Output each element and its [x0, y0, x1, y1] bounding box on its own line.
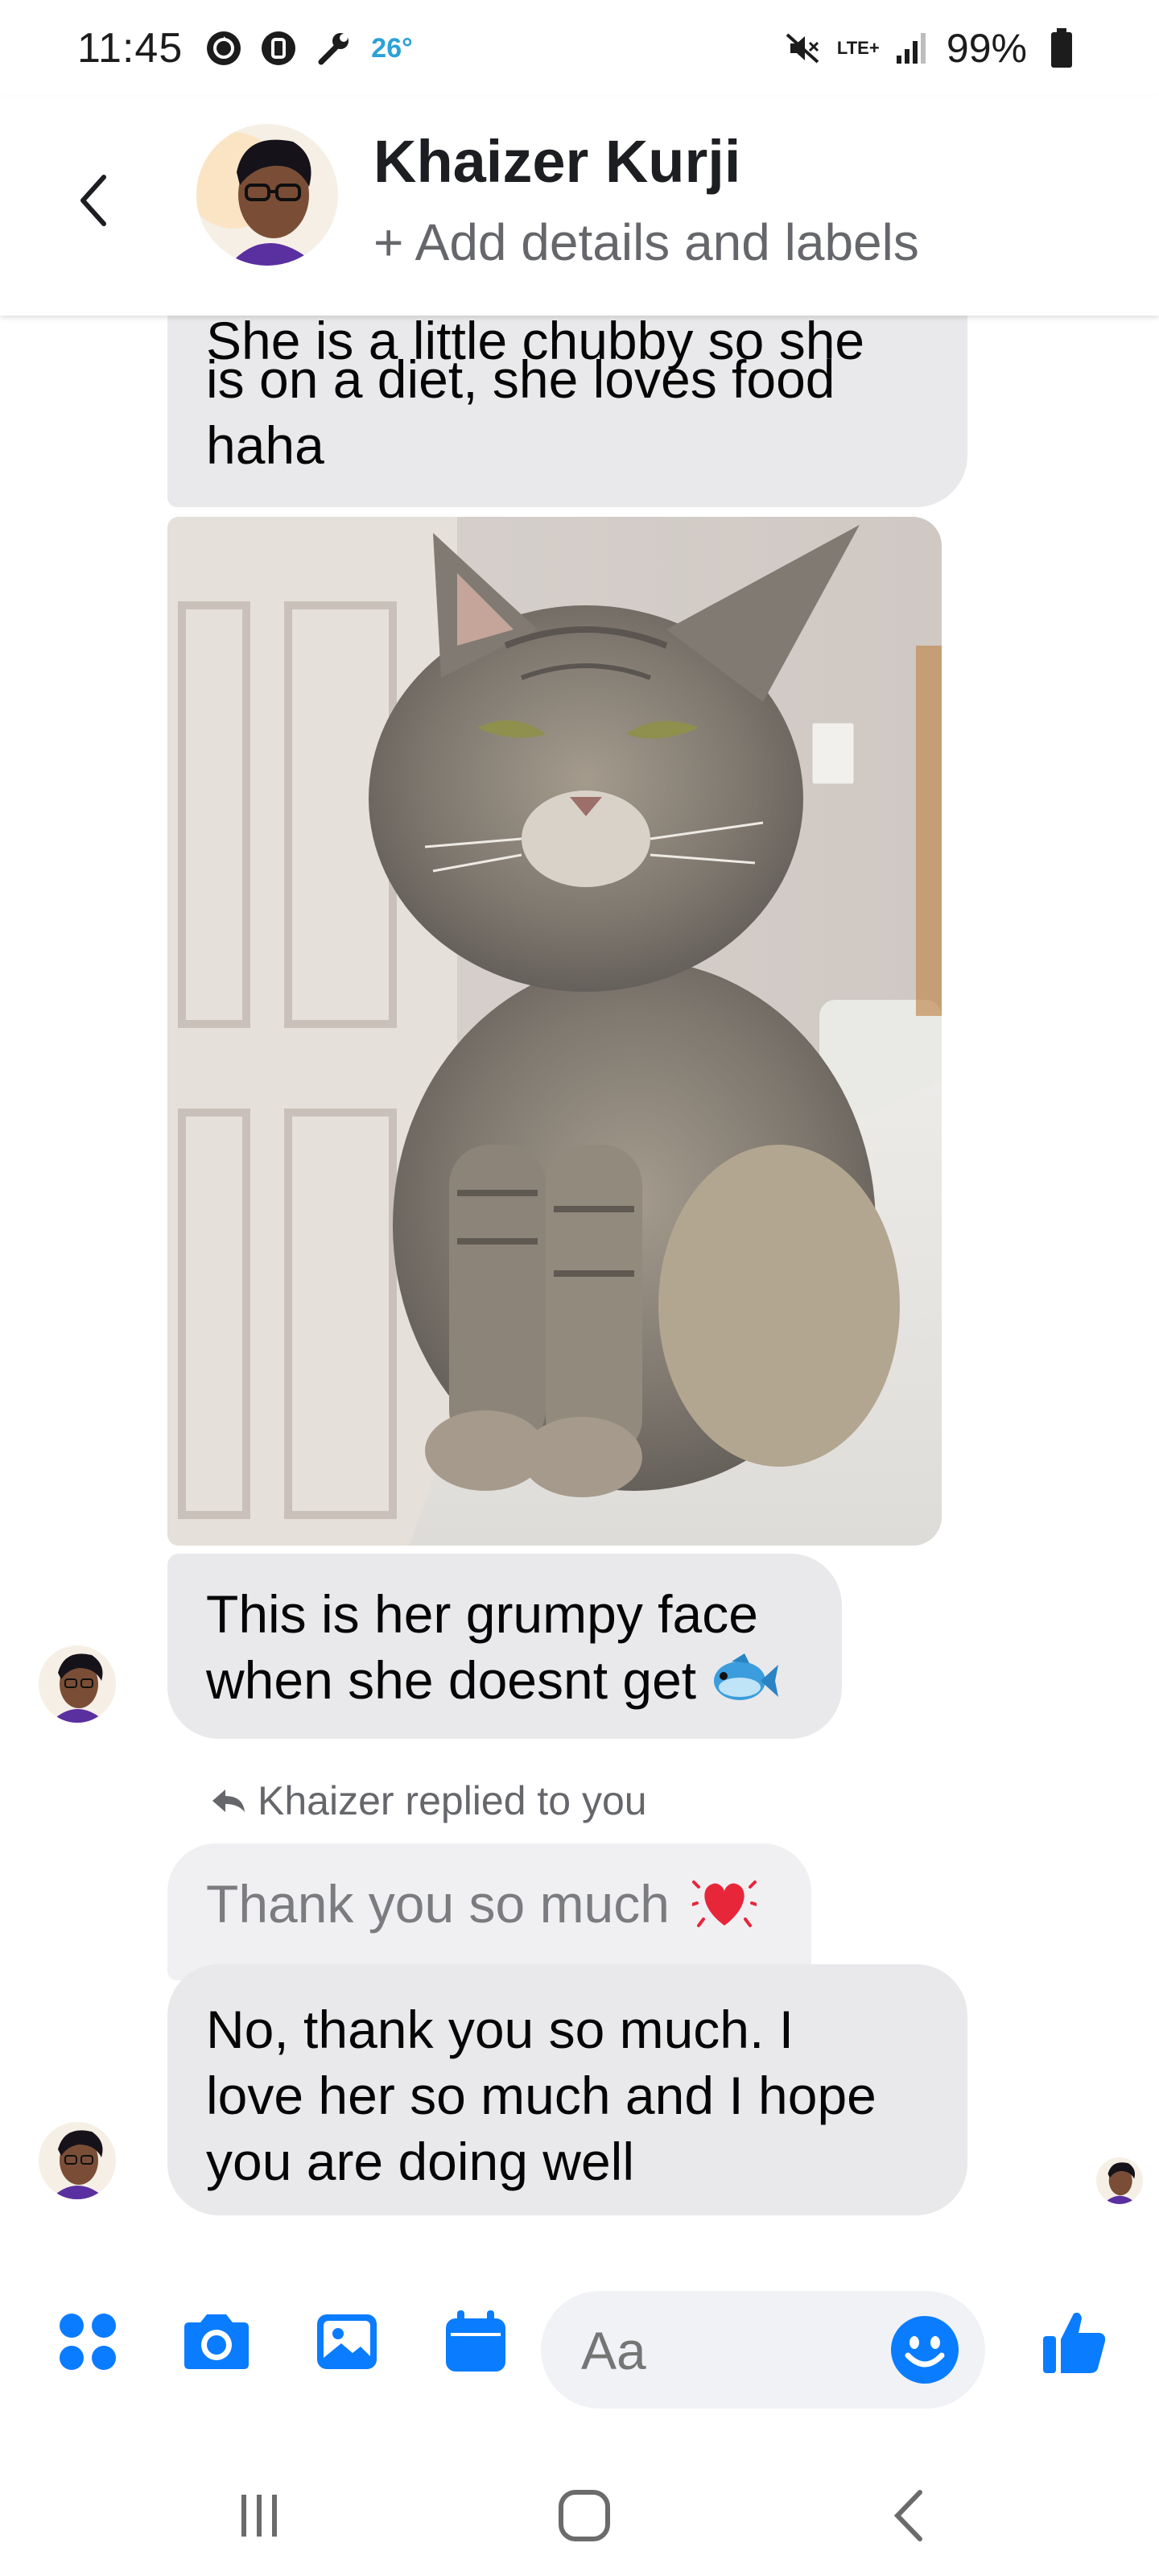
- message-line-clipped: She is a little chubby so she: [206, 311, 865, 370]
- message-input-field[interactable]: [581, 2320, 855, 2381]
- add-details-link[interactable]: + Add details and labels: [373, 213, 919, 272]
- mute-icon: [782, 28, 823, 68]
- system-navigation-bar: [0, 2431, 1159, 2576]
- contact-name[interactable]: Khaizer Kurji: [373, 127, 740, 196]
- wrench-icon: [313, 28, 353, 68]
- conversation-header: Khaizer Kurji + Add details and labels: [0, 97, 1159, 316]
- signal-icon: [892, 28, 932, 68]
- apps-icon: [60, 2314, 116, 2370]
- quoted-message[interactable]: Thank you so much: [167, 1843, 811, 1980]
- gallery-button[interactable]: [311, 2306, 383, 2378]
- recent-apps-icon: [241, 2495, 277, 2537]
- camera-icon: [184, 2314, 249, 2369]
- message-input[interactable]: [541, 2291, 985, 2409]
- network-type-label: LTE+: [836, 38, 880, 58]
- camera-button[interactable]: [180, 2306, 253, 2378]
- fish-emoji: [714, 1653, 779, 1700]
- contact-avatar-small[interactable]: [39, 1645, 116, 1723]
- data-saver-icon: [258, 28, 299, 68]
- message-line: haha: [206, 415, 324, 475]
- system-back-button[interactable]: [868, 2479, 948, 2552]
- home-icon: [559, 2490, 610, 2541]
- message-line: This is her grumpy face: [206, 1584, 758, 1644]
- home-button[interactable]: [544, 2479, 625, 2552]
- back-button[interactable]: [64, 164, 121, 237]
- emoji-button[interactable]: [889, 2314, 961, 2386]
- status-bar: 11:45 26° LTE+ 99%: [0, 0, 1159, 97]
- sync-icon: [204, 28, 244, 68]
- apps-button[interactable]: [52, 2306, 124, 2378]
- message-bubble[interactable]: This is her grumpy face when she doesnt …: [167, 1554, 842, 1739]
- calendar-button[interactable]: [439, 2306, 512, 2378]
- status-time: 11:45: [77, 25, 184, 72]
- contact-avatar[interactable]: [196, 124, 338, 266]
- read-receipt-avatar: [1096, 2157, 1143, 2204]
- quoted-text: Thank you so much: [206, 1874, 670, 1934]
- calendar-icon: [446, 2310, 505, 2372]
- gallery-icon: [317, 2314, 377, 2369]
- chevron-left-icon: [80, 175, 106, 226]
- message-composer: [0, 2270, 1159, 2409]
- reply-indicator: Khaizer replied to you: [211, 1777, 647, 1824]
- back-icon: [893, 2490, 922, 2541]
- grumpy-cat-photo[interactable]: [167, 517, 942, 1546]
- temperature-label: 26°: [371, 32, 413, 64]
- message-bubble[interactable]: No, thank you so much. I love her so muc…: [167, 1964, 967, 2215]
- contact-avatar-small[interactable]: [39, 2122, 116, 2199]
- beating-heart-emoji: [691, 1880, 759, 1927]
- recent-apps-button[interactable]: [219, 2479, 299, 2552]
- message-line: when she doesnt get: [206, 1650, 697, 1710]
- like-button[interactable]: [1038, 2306, 1111, 2378]
- message-line: you are doing well: [206, 2132, 634, 2191]
- reply-arrow-icon: [212, 1790, 245, 1812]
- messenger-chat-screen: 11:45 26° LTE+ 99% Khaizer Kurji + Add d…: [0, 0, 1159, 2576]
- message-line: No, thank you so much. I: [206, 2000, 794, 2059]
- like-icon: [1043, 2312, 1106, 2373]
- emoji-icon: [891, 2316, 959, 2384]
- battery-icon: [1041, 28, 1082, 68]
- reply-note-text: Khaizer replied to you: [258, 1778, 647, 1823]
- message-line: love her so much and I hope: [206, 2066, 876, 2125]
- battery-percent: 99%: [946, 26, 1027, 71]
